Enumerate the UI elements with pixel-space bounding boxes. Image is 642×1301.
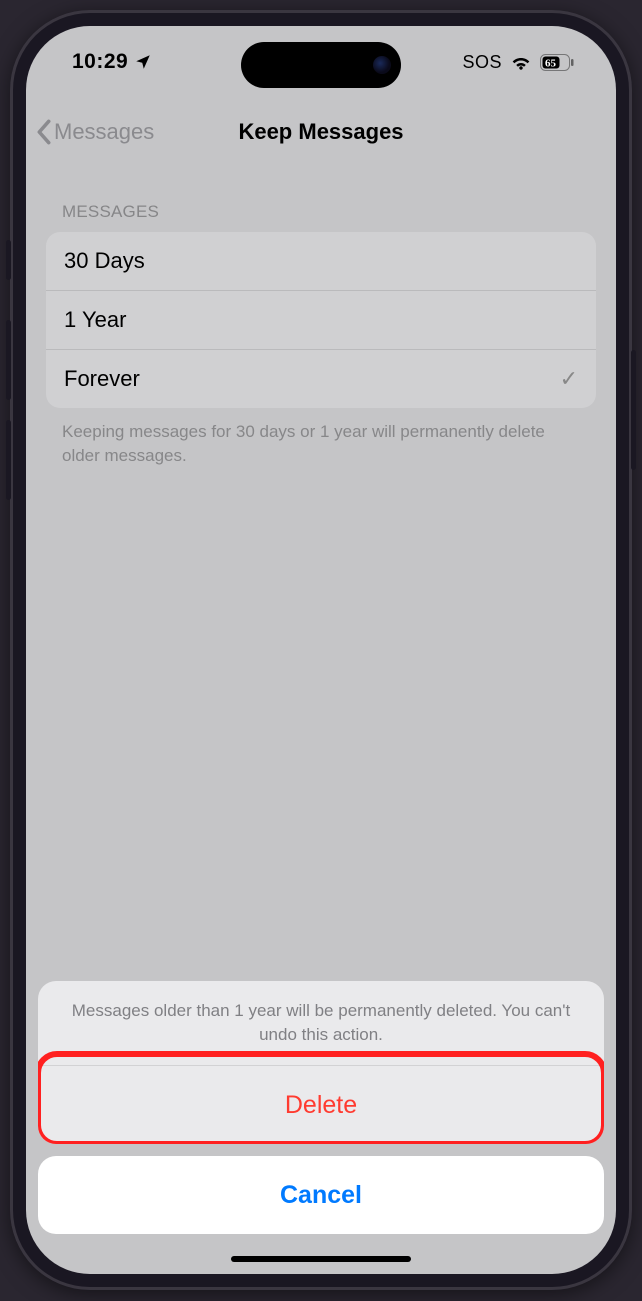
status-time: 10:29 (72, 50, 128, 74)
page-title: Keep Messages (238, 119, 403, 145)
option-label: 1 Year (64, 307, 126, 333)
battery-icon: 65 (540, 54, 574, 71)
front-camera (373, 56, 391, 74)
delete-button[interactable]: Delete (38, 1066, 604, 1144)
option-forever[interactable]: Forever ✓ (46, 350, 596, 408)
options-list: 30 Days 1 Year Forever ✓ (46, 232, 596, 408)
chevron-left-icon (36, 119, 52, 145)
back-label: Messages (54, 119, 154, 145)
action-sheet-message: Messages older than 1 year will be perma… (38, 981, 604, 1066)
action-sheet: Messages older than 1 year will be perma… (26, 981, 616, 1274)
wifi-icon (510, 53, 532, 71)
option-label: Forever (64, 366, 140, 392)
side-button-vol-down (6, 420, 11, 500)
option-1-year[interactable]: 1 Year (46, 291, 596, 350)
side-button-silence (6, 240, 11, 280)
back-button[interactable]: Messages (36, 119, 154, 145)
side-button-vol-up (6, 320, 11, 400)
nav-bar: Messages Keep Messages (26, 98, 616, 166)
action-sheet-group: Messages older than 1 year will be perma… (38, 981, 604, 1144)
option-30-days[interactable]: 30 Days (46, 232, 596, 291)
home-indicator[interactable] (231, 1256, 411, 1262)
cancel-button[interactable]: Cancel (38, 1156, 604, 1234)
option-label: 30 Days (64, 248, 145, 274)
dynamic-island (241, 42, 401, 88)
section-footer: Keeping messages for 30 days or 1 year w… (46, 408, 596, 468)
phone-frame: 10:29 SOS 65 Messages (10, 10, 632, 1290)
section-header: MESSAGES (46, 202, 596, 232)
status-sos: SOS (462, 52, 502, 73)
checkmark-icon: ✓ (560, 366, 578, 392)
location-icon (134, 53, 152, 71)
screen: 10:29 SOS 65 Messages (26, 26, 616, 1274)
svg-text:65: 65 (545, 57, 557, 69)
side-button-power (631, 350, 636, 470)
